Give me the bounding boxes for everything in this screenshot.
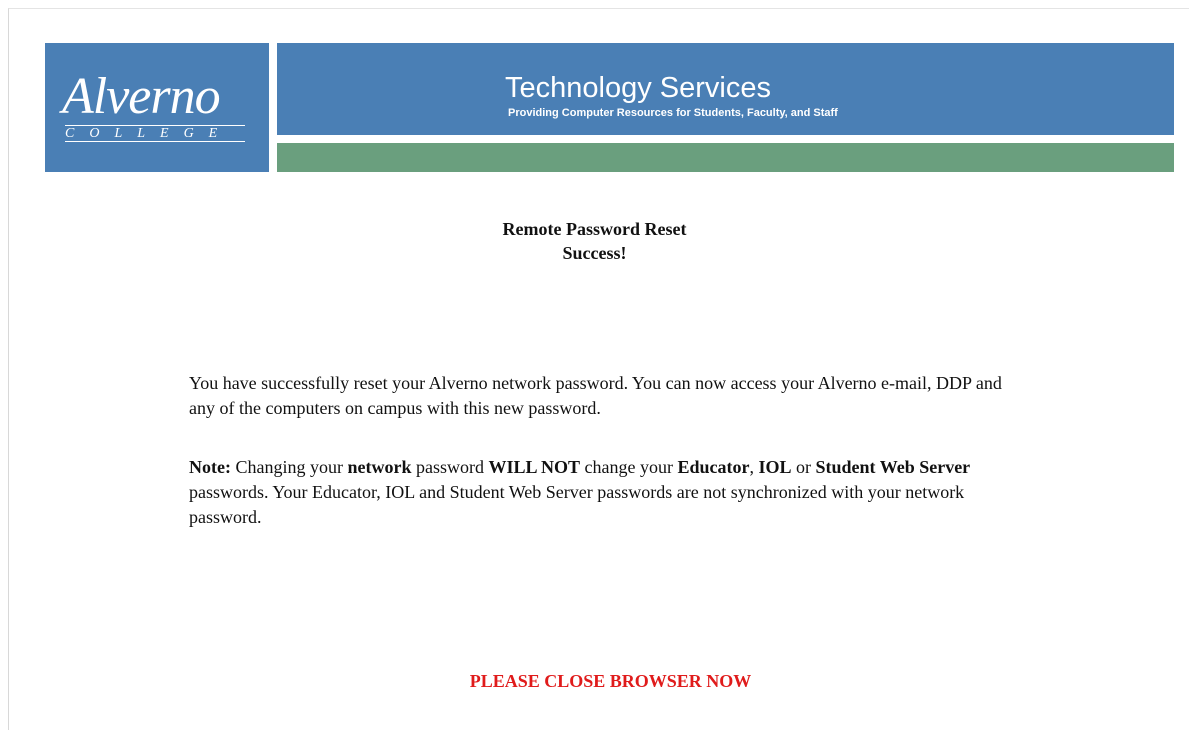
note-text: passwords. Your Educator, IOL and Studen… [189, 482, 965, 527]
note-bold-text: IOL [758, 457, 792, 477]
success-paragraph: You have successfully reset your Alverno… [189, 373, 1002, 418]
note-text: or [791, 457, 816, 477]
logo-rule-bottom [65, 141, 245, 142]
note-bold-text: Student Web Server [815, 457, 971, 477]
note-text: password [411, 457, 489, 477]
site-subtitle: Providing Computer Resources for Student… [508, 107, 838, 119]
note-text: change your [580, 457, 678, 477]
note-text: Changing your [230, 457, 348, 477]
note-bold-text: network [347, 457, 412, 477]
note-bold-text: Educator [677, 457, 750, 477]
page-title: Remote Password Reset [502, 219, 687, 239]
close-browser-notice: PLEASE CLOSE BROWSER NOW [469, 671, 752, 691]
note-paragraph: Note: Changing your network password WIL… [189, 455, 1009, 530]
header-accent-bar [277, 143, 1174, 172]
note-label: Note: [189, 457, 231, 477]
alverno-college-logo: Alverno COLLEGE [45, 43, 269, 172]
site-title: Technology Services [505, 72, 771, 104]
note-bold-text: WILL NOT [488, 457, 581, 477]
logo-wordmark: Alverno [62, 68, 221, 125]
logo-subtitle: COLLEGE [65, 126, 233, 141]
status-message: Success! [562, 243, 627, 263]
header-banner: Technology Services Providing Computer R… [277, 43, 1174, 135]
